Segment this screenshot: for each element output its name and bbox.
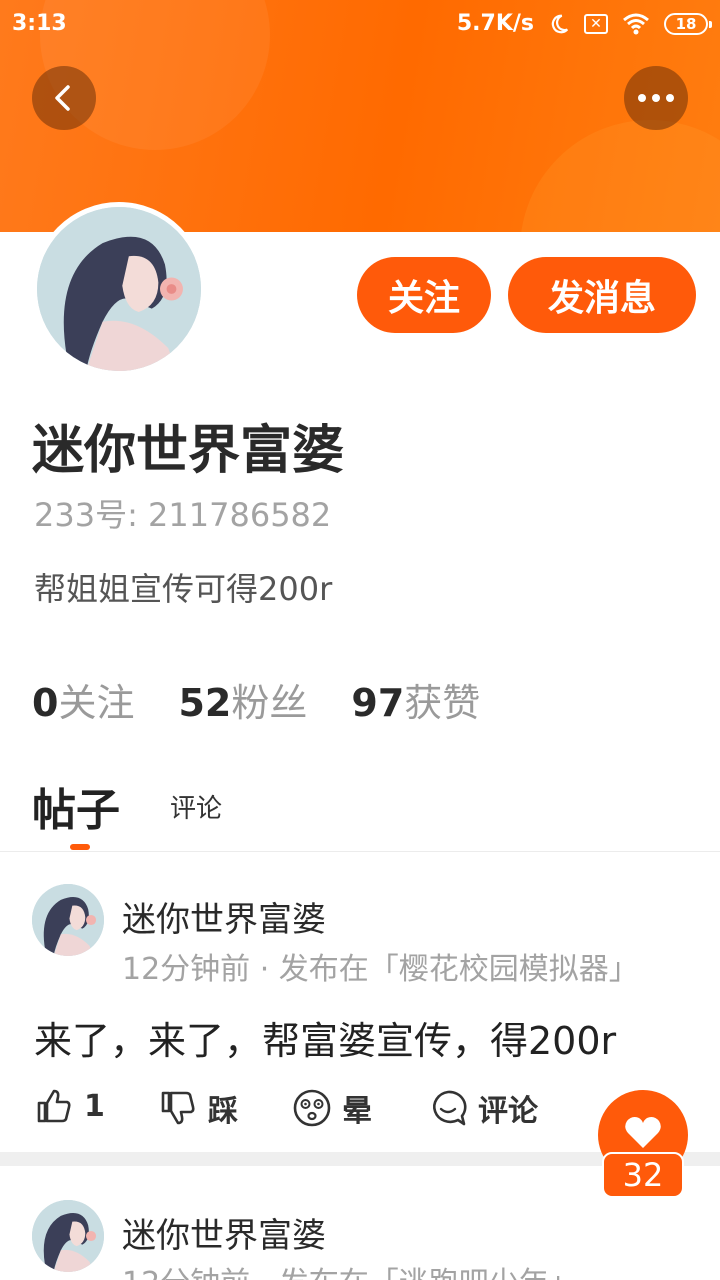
stat-following[interactable]: 0关注 (32, 672, 134, 727)
like-count: 1 (84, 1088, 105, 1124)
avatar-illustration (37, 207, 201, 371)
thumbs-up-icon (37, 1089, 71, 1123)
divider (0, 851, 720, 852)
post-author-name[interactable]: 迷你世界富婆 (122, 1208, 326, 1257)
network-speed: 5.7K/s (456, 11, 534, 36)
post-meta[interactable]: 12分钟前 · 发布在「樱花校园模拟器」 (122, 944, 639, 988)
stat-label: 获赞 (404, 681, 481, 725)
tab-comments[interactable]: 评论 (170, 788, 222, 825)
moon-icon (551, 14, 569, 33)
comment-icon (433, 1090, 467, 1126)
avatar-illustration (32, 884, 104, 956)
more-options-button[interactable] (624, 66, 688, 130)
stat-count: 97 (351, 681, 405, 725)
wifi-icon (623, 13, 649, 34)
status-time: 3:13 (12, 11, 67, 36)
avatar-illustration (32, 1200, 104, 1272)
stat-count: 0 (32, 681, 59, 725)
back-button[interactable] (32, 66, 96, 130)
status-bar: 3:13 5.7K/s ✕ 18 (0, 0, 720, 50)
dislike-label: 踩 (208, 1094, 238, 1129)
follow-button[interactable]: 关注 (357, 257, 491, 333)
comment-button[interactable]: 评论 (428, 1086, 538, 1130)
stat-followers[interactable]: 52粉丝 (178, 672, 307, 727)
like-button[interactable]: 1 (34, 1086, 105, 1126)
dizzy-face-icon (293, 1089, 331, 1127)
post-meta[interactable]: 12分钟前 · 发布在「逃跑吧少年」 (122, 1258, 579, 1280)
stat-label: 粉丝 (231, 681, 308, 725)
stat-likes[interactable]: 97获赞 (351, 672, 480, 727)
like-total-badge: 32 (602, 1152, 684, 1198)
post-author-name[interactable]: 迷你世界富婆 (122, 892, 326, 941)
tab-posts[interactable]: 帖子 (32, 774, 120, 838)
dizzy-label: 晕 (342, 1094, 372, 1129)
sim-off-icon: ✕ (584, 13, 608, 34)
post-content[interactable]: 来了，来了，帮富婆宣传，得200r (34, 1010, 616, 1065)
dislike-button[interactable]: 踩 (158, 1086, 238, 1130)
post-actions: 1 踩 晕 评论 (34, 1086, 594, 1130)
active-tab-indicator (70, 844, 90, 850)
battery-level: 18 (675, 14, 697, 33)
profile-avatar[interactable] (32, 202, 206, 376)
battery-icon: 18 (664, 12, 712, 35)
profile-name: 迷你世界富婆 (32, 421, 345, 481)
dizzy-button[interactable]: 晕 (292, 1086, 372, 1130)
post-author-avatar[interactable] (32, 1200, 104, 1272)
profile-stats: 0关注 52粉丝 97获赞 (32, 672, 480, 727)
thumbs-down-icon (161, 1091, 195, 1125)
comment-label: 评论 (478, 1094, 538, 1129)
post-author-avatar[interactable] (32, 884, 104, 956)
stat-label: 关注 (58, 681, 135, 725)
profile-bio: 帮姐姐宣传可得200r (34, 570, 333, 608)
profile-id: 233号: 211786582 (34, 496, 332, 534)
send-message-button[interactable]: 发消息 (508, 257, 696, 333)
heart-icon (625, 1117, 661, 1148)
more-dots-icon (638, 94, 674, 102)
stat-count: 52 (178, 681, 232, 725)
chevron-left-icon (55, 85, 70, 111)
